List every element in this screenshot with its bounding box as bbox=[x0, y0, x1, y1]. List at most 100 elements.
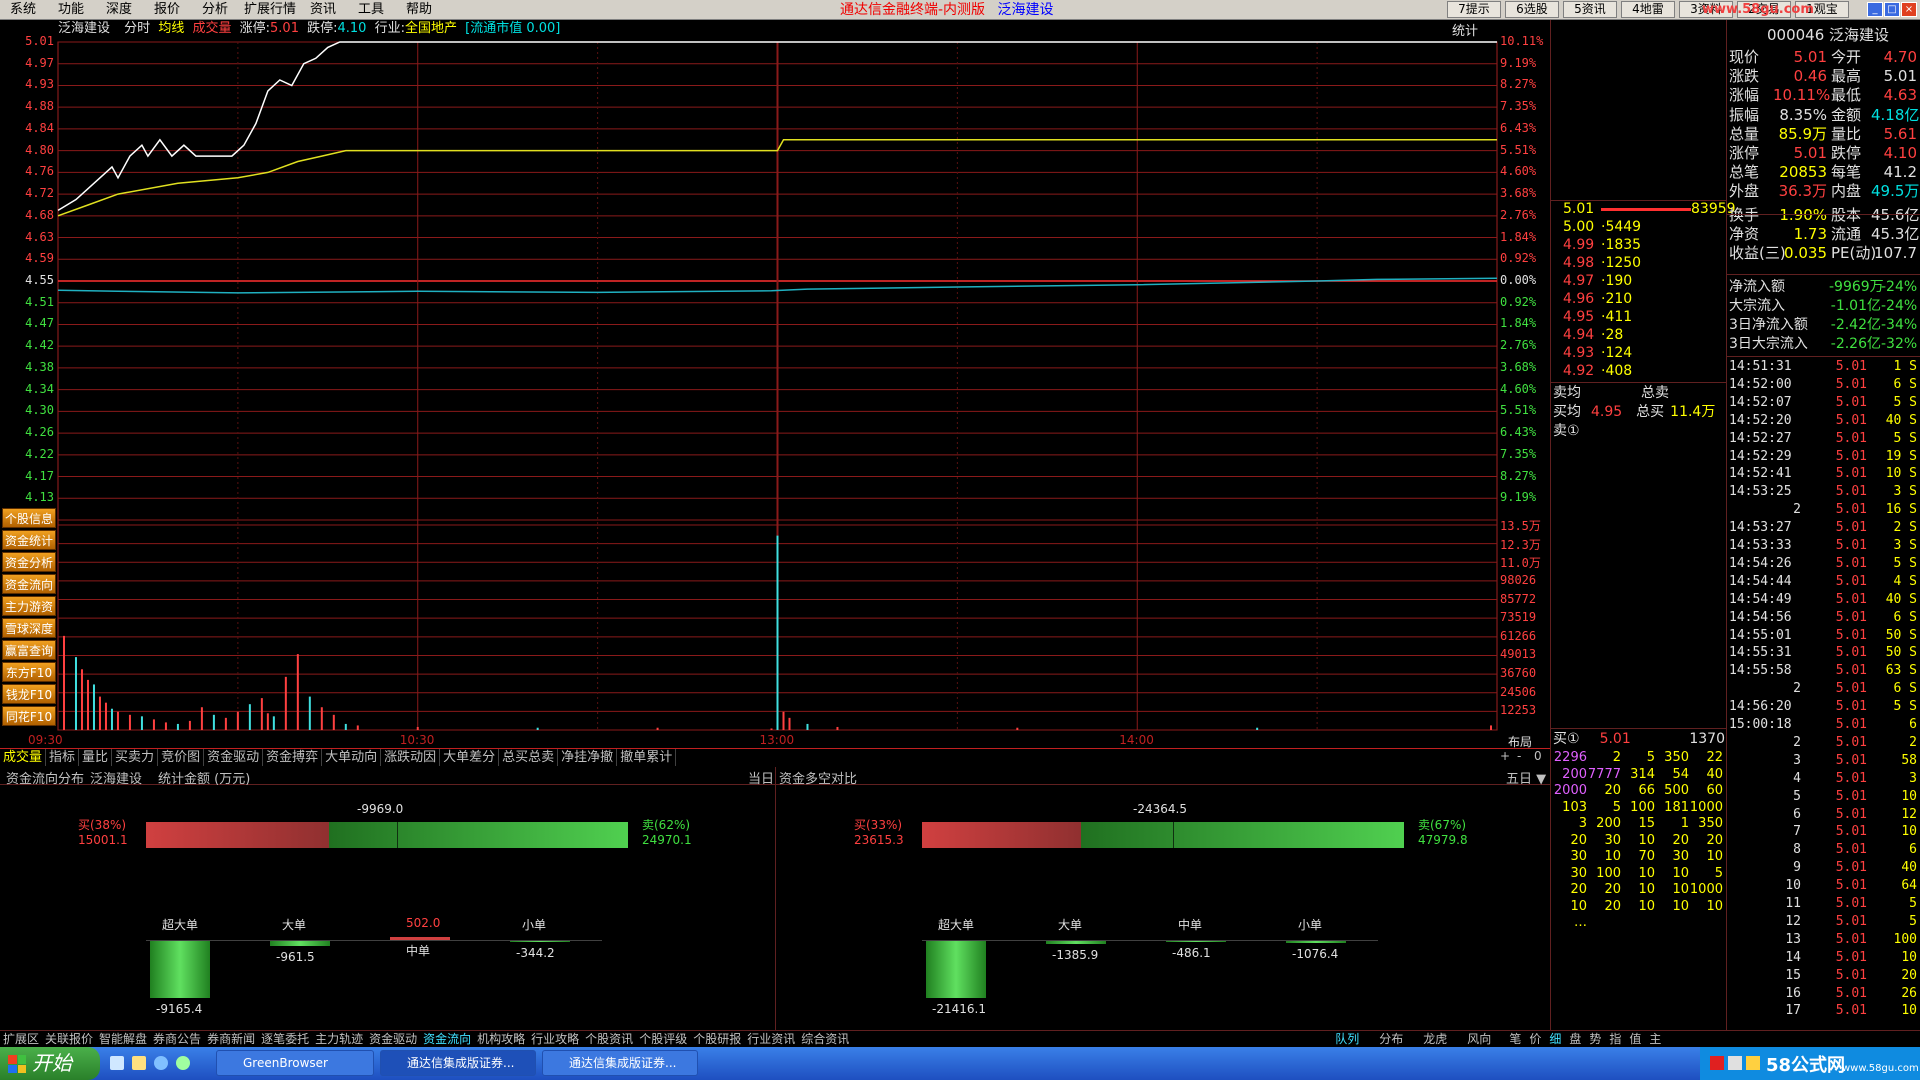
stats-tab[interactable]: 指 bbox=[1606, 1031, 1624, 1047]
intraday-chart[interactable] bbox=[0, 20, 1550, 750]
side-button[interactable]: 资金分析 bbox=[2, 552, 56, 572]
tab-ctrl-zero[interactable]: 0 bbox=[1534, 749, 1542, 763]
stats-value: 0.46 bbox=[1793, 67, 1827, 86]
side-button[interactable]: 赢富查询 bbox=[2, 640, 56, 660]
indicator-tab[interactable]: 指标 bbox=[46, 749, 80, 766]
bottom-tab[interactable]: 资金驱动 bbox=[366, 1031, 420, 1047]
bottom-tab[interactable]: 个股评级 bbox=[636, 1031, 690, 1047]
task-tdx-1[interactable]: 通达信集成版证券... bbox=[380, 1050, 536, 1076]
indicator-tab[interactable]: 总买总卖 bbox=[499, 749, 559, 766]
bottom-tab[interactable]: 逐笔委托 bbox=[258, 1031, 312, 1047]
right-panel-period-dropdown[interactable]: 五日 ▼ bbox=[1506, 768, 1546, 787]
side-button[interactable]: 东方F10 bbox=[2, 662, 56, 682]
task-greenbrowser[interactable]: GreenBrowser bbox=[216, 1050, 374, 1076]
stats-toggle[interactable]: 统计 bbox=[1452, 20, 1478, 39]
info-mode[interactable]: 分时 bbox=[124, 21, 150, 36]
stats-tab[interactable]: 势 bbox=[1586, 1031, 1604, 1047]
indicator-tab[interactable]: 资金搏弈 bbox=[263, 749, 323, 766]
indicator-tab[interactable]: 量比 bbox=[79, 749, 113, 766]
bid-row: 4.97 ·190 bbox=[1553, 272, 1725, 291]
tick-volume: 3 S bbox=[1893, 484, 1917, 500]
tray-app-icon[interactable] bbox=[1710, 1056, 1724, 1070]
menu-quote[interactable]: 报价 bbox=[154, 1, 180, 19]
top-btn-select[interactable]: 6选股 bbox=[1505, 1, 1559, 18]
bottom-tab[interactable]: 个股资讯 bbox=[582, 1031, 636, 1047]
side-button[interactable]: 个股信息 bbox=[2, 508, 56, 528]
bottom-tab[interactable]: 个股研报 bbox=[690, 1031, 744, 1047]
price-axis-label: 4.80 bbox=[25, 142, 54, 157]
task-tdx-2[interactable]: 通达信集成版证券... bbox=[542, 1050, 698, 1076]
menu-news[interactable]: 资讯 bbox=[310, 1, 336, 19]
tick-volume: 6 S bbox=[1893, 681, 1917, 697]
top-btn-mine[interactable]: 4地雷 bbox=[1621, 1, 1675, 18]
top-btn-tips[interactable]: 7提示 bbox=[1447, 1, 1501, 18]
side-button[interactable]: 资金统计 bbox=[2, 530, 56, 550]
indicator-tab[interactable]: 资金驱动 bbox=[204, 749, 264, 766]
longshort-cat-value: -21416.1 bbox=[932, 1002, 986, 1016]
bottom-tab[interactable]: 主力轨迹 bbox=[312, 1031, 366, 1047]
quicklaunch-desktop-icon[interactable] bbox=[110, 1056, 124, 1070]
side-button[interactable]: 资金流向 bbox=[2, 574, 56, 594]
bottom-tab[interactable]: 券商公告 bbox=[150, 1031, 204, 1047]
bottom-tab[interactable]: 扩展区 bbox=[0, 1031, 42, 1047]
stats-code: 000046 泛海建设 bbox=[1767, 26, 1890, 44]
indicator-tab[interactable]: 撤单累计 bbox=[617, 749, 677, 766]
indicator-tab[interactable]: 大单差分 bbox=[440, 749, 500, 766]
top-btn-news[interactable]: 5资讯 bbox=[1563, 1, 1617, 18]
tab-ctrl-minus[interactable]: - bbox=[1517, 749, 1521, 763]
bottom-tab[interactable]: 关联报价 bbox=[42, 1031, 96, 1047]
tray-network-icon[interactable] bbox=[1746, 1056, 1760, 1070]
bid-volume: ·5449 bbox=[1601, 219, 1642, 235]
stats-tab[interactable]: 值 bbox=[1626, 1031, 1644, 1047]
indicator-tab[interactable]: 买卖力 bbox=[112, 749, 159, 766]
volume-axis-label: 61266 bbox=[1500, 628, 1537, 643]
indicator-tab[interactable]: 成交量 bbox=[0, 749, 47, 766]
indicator-tab[interactable]: 涨跌动因 bbox=[381, 749, 441, 766]
bottom-tab-right[interactable]: 龙虎 bbox=[1420, 1031, 1450, 1047]
left-panel-period[interactable]: 当日 bbox=[748, 768, 774, 787]
indicator-tab[interactable]: 大单动向 bbox=[322, 749, 382, 766]
bottom-tab[interactable]: 综合资讯 bbox=[798, 1031, 852, 1047]
minimize-icon[interactable]: _ bbox=[1867, 2, 1883, 17]
menu-depth[interactable]: 深度 bbox=[106, 1, 132, 19]
quicklaunch-folder-icon[interactable] bbox=[132, 1056, 146, 1070]
quicklaunch-browser-icon[interactable] bbox=[176, 1056, 190, 1070]
stats-tab[interactable]: 盘 bbox=[1566, 1031, 1584, 1047]
menu-ext-market[interactable]: 扩展行情 bbox=[244, 1, 296, 19]
side-button[interactable]: 雪球深度 bbox=[2, 618, 56, 638]
bottom-tab[interactable]: 券商新闻 bbox=[204, 1031, 258, 1047]
indicator-tab[interactable]: 竞价图 bbox=[158, 749, 205, 766]
indicator-tab[interactable]: 净挂净撤 bbox=[558, 749, 618, 766]
tick-price: 5.01 bbox=[1835, 717, 1867, 732]
tick-row: 14:52:20 5.01 40 S bbox=[1729, 412, 1919, 430]
bottom-tab-right[interactable]: 分布 bbox=[1376, 1031, 1406, 1047]
side-button[interactable]: 钱龙F10 bbox=[2, 684, 56, 704]
menu-function[interactable]: 功能 bbox=[58, 1, 84, 19]
side-button[interactable]: 主力游资 bbox=[2, 596, 56, 616]
menu-system[interactable]: 系统 bbox=[10, 1, 36, 19]
side-button[interactable]: 同花F10 bbox=[2, 706, 56, 726]
stock-stats-panel: 000046 泛海建设 现价 5.01 今开 4.70 涨跌 0.46 最高 5.01 涨幅 10.… bbox=[1726, 20, 1920, 1030]
tab-ctrl-plus[interactable]: + bbox=[1500, 749, 1510, 763]
bottom-tab[interactable]: 行业资讯 bbox=[744, 1031, 798, 1047]
stats-tab[interactable]: 价 bbox=[1526, 1031, 1544, 1047]
stats-tab[interactable]: 笔 bbox=[1506, 1031, 1524, 1047]
close-icon[interactable]: × bbox=[1901, 2, 1917, 17]
menu-help[interactable]: 帮助 bbox=[406, 1, 432, 19]
bottom-tab[interactable]: 行业攻略 bbox=[528, 1031, 582, 1047]
bottom-tab[interactable]: 资金流向 bbox=[420, 1031, 474, 1047]
bottom-tab-right[interactable]: 风向 bbox=[1464, 1031, 1494, 1047]
bottom-tab-queue[interactable]: 队列 bbox=[1332, 1031, 1362, 1047]
menu-tools[interactable]: 工具 bbox=[358, 1, 384, 19]
stats-tab[interactable]: 主 bbox=[1646, 1031, 1664, 1047]
bottom-tab[interactable]: 智能解盘 bbox=[96, 1031, 150, 1047]
info-limitdown-label: 跌停: bbox=[307, 21, 338, 36]
bottom-tab[interactable]: 机构攻略 bbox=[474, 1031, 528, 1047]
stats-value: 4.63 bbox=[1883, 86, 1917, 105]
quicklaunch-ie-icon[interactable] bbox=[154, 1056, 168, 1070]
tray-volume-icon[interactable] bbox=[1728, 1056, 1742, 1070]
menu-analysis[interactable]: 分析 bbox=[202, 1, 228, 19]
stats-tab[interactable]: 细 bbox=[1546, 1031, 1564, 1047]
maximize-icon[interactable]: □ bbox=[1884, 2, 1900, 17]
flow-cat-value: -9165.4 bbox=[156, 1002, 203, 1016]
